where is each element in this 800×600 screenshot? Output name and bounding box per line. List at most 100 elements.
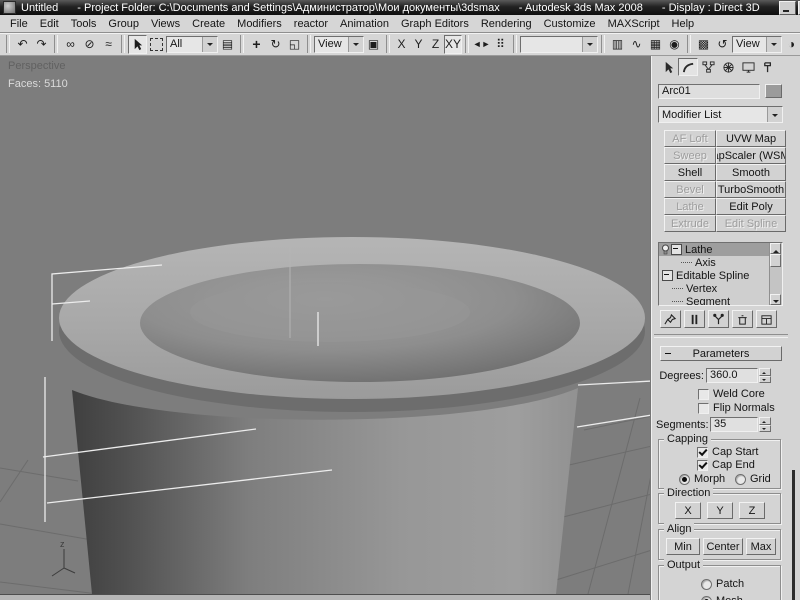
align-min-button[interactable]: Min — [666, 538, 700, 555]
tab-modify[interactable] — [678, 58, 698, 76]
object-name-field[interactable]: Arc01 — [658, 84, 760, 99]
parameters-rollout-header[interactable]: Parameters — [660, 346, 782, 361]
stack-item-segment[interactable]: Segment — [659, 295, 782, 306]
curve-editor-icon[interactable]: ∿ — [627, 35, 646, 54]
modifier-button-turbosmooth[interactable]: TurboSmooth — [716, 181, 786, 198]
panel-scrollbar-thumb[interactable] — [792, 470, 795, 600]
restrict-x-button[interactable]: X — [393, 35, 410, 54]
viewport-label[interactable]: Perspective — [8, 60, 65, 72]
degrees-spinner[interactable] — [759, 368, 771, 383]
menu-edit[interactable]: Edit — [34, 17, 65, 31]
menu-graph-editors[interactable]: Graph Editors — [395, 17, 475, 31]
named-selection-sets-combobox[interactable] — [520, 36, 598, 53]
remove-modifier-icon[interactable] — [732, 310, 753, 328]
direction-z-button[interactable]: Z — [739, 502, 765, 519]
menu-file[interactable]: File — [4, 17, 34, 31]
menu-views[interactable]: Views — [145, 17, 186, 31]
stack-item-lathe[interactable]: Lathe — [659, 243, 782, 256]
select-and-rotate-icon[interactable]: ↻ — [266, 35, 285, 54]
align-icon[interactable]: ⠿ — [491, 35, 510, 54]
flip-normals-checkbox[interactable] — [698, 403, 709, 414]
scroll-thumb[interactable] — [770, 254, 781, 267]
render-last-icon[interactable]: ↺ — [713, 35, 732, 54]
segments-spinner[interactable] — [759, 417, 771, 432]
stack-scrollbar[interactable] — [769, 243, 782, 305]
collapse-icon[interactable] — [671, 244, 682, 255]
render-scene-dialog-icon[interactable]: ▩ — [694, 35, 713, 54]
redo-icon[interactable]: ↷ — [32, 35, 51, 54]
select-and-scale-icon[interactable]: ◱ — [285, 35, 304, 54]
modifier-button-smooth[interactable]: Smooth — [716, 164, 786, 181]
chevron-down-icon[interactable] — [348, 37, 363, 52]
output-mesh-radio[interactable] — [701, 596, 712, 600]
show-end-result-icon[interactable] — [684, 310, 705, 328]
menu-help[interactable]: Help — [666, 17, 701, 31]
direction-x-button[interactable]: X — [675, 502, 701, 519]
selection-filter-combobox[interactable]: All — [166, 36, 218, 53]
perspective-viewport[interactable]: z Perspective Faces: 5110 — [0, 56, 651, 600]
menu-maxscript[interactable]: MAXScript — [602, 17, 666, 31]
stack-item-editable-spline[interactable]: Editable Spline — [659, 269, 782, 282]
tab-motion[interactable] — [718, 58, 738, 76]
stack-item-vertex[interactable]: Vertex — [659, 282, 782, 295]
align-max-button[interactable]: Max — [746, 538, 776, 555]
modifier-button-shell[interactable]: Shell — [664, 164, 716, 181]
configure-modifier-sets-icon[interactable] — [756, 310, 777, 328]
rectangular-selection-region-icon[interactable] — [147, 35, 166, 54]
select-by-name-icon[interactable]: ▤ — [218, 35, 237, 54]
stack-item-axis[interactable]: Axis — [659, 256, 782, 269]
material-editor-icon[interactable]: ◉ — [665, 35, 684, 54]
quick-render-icon[interactable]: ◑ — [782, 35, 800, 54]
tab-display[interactable] — [738, 58, 758, 76]
unlink-selection-icon[interactable]: ⊘ — [80, 35, 99, 54]
weld-core-checkbox[interactable] — [698, 389, 709, 400]
scroll-up-icon[interactable] — [770, 243, 781, 254]
minimize-button[interactable] — [779, 1, 796, 15]
modifier-button-edit-poly[interactable]: Edit Poly — [716, 198, 786, 215]
menu-create[interactable]: Create — [186, 17, 231, 31]
schematic-view-icon[interactable]: ▦ — [646, 35, 665, 54]
chevron-down-icon[interactable] — [202, 37, 217, 52]
reference-coordinate-combobox[interactable]: View — [314, 36, 364, 53]
direction-y-button[interactable]: Y — [707, 502, 733, 519]
modifier-button-uvw-map[interactable]: UVW Map — [716, 130, 786, 147]
select-and-move-icon[interactable]: + — [247, 35, 266, 54]
select-object-icon[interactable] — [128, 35, 147, 54]
segments-field[interactable]: 35 — [710, 417, 758, 432]
tab-hierarchy[interactable] — [698, 58, 718, 76]
lightbulb-icon[interactable] — [661, 244, 670, 255]
degrees-field[interactable]: 360.0 — [706, 368, 758, 383]
render-type-combobox[interactable]: View — [732, 36, 782, 53]
layer-manager-icon[interactable]: ▥ — [608, 35, 627, 54]
cap-start-checkbox[interactable] — [697, 447, 708, 458]
mirror-icon[interactable]: ◄► — [472, 35, 491, 54]
use-pivot-point-icon[interactable]: ▣ — [364, 35, 383, 54]
modifier-button-mapscaler[interactable]: apScaler (WSM — [716, 147, 786, 164]
select-and-link-icon[interactable]: ∞ — [61, 35, 80, 54]
undo-icon[interactable]: ↶ — [13, 35, 32, 54]
menu-rendering[interactable]: Rendering — [475, 17, 538, 31]
modifier-list-dropdown[interactable]: Modifier List — [658, 106, 783, 123]
chevron-down-icon[interactable] — [582, 37, 597, 52]
tab-create[interactable] — [658, 58, 678, 76]
grid-radio[interactable] — [735, 474, 746, 485]
scroll-down-icon[interactable] — [770, 294, 781, 305]
chevron-down-icon[interactable] — [767, 107, 782, 122]
menu-group[interactable]: Group — [102, 17, 145, 31]
menu-animation[interactable]: Animation — [334, 17, 395, 31]
collapse-icon[interactable] — [662, 270, 673, 281]
menu-tools[interactable]: Tools — [65, 17, 103, 31]
chevron-down-icon[interactable] — [766, 37, 781, 52]
restrict-z-button[interactable]: Z — [427, 35, 444, 54]
morph-radio[interactable] — [679, 474, 690, 485]
restrict-xy-plane-button[interactable]: XY — [444, 35, 462, 54]
make-unique-icon[interactable] — [708, 310, 729, 328]
tab-utilities[interactable] — [758, 58, 778, 76]
restrict-y-button[interactable]: Y — [410, 35, 427, 54]
bind-to-space-warp-icon[interactable]: ≈ — [99, 35, 118, 54]
menu-customize[interactable]: Customize — [538, 17, 602, 31]
pin-stack-icon[interactable] — [660, 310, 681, 328]
object-color-swatch[interactable] — [765, 84, 782, 98]
align-center-button[interactable]: Center — [703, 538, 743, 555]
cap-end-checkbox[interactable] — [697, 460, 708, 471]
